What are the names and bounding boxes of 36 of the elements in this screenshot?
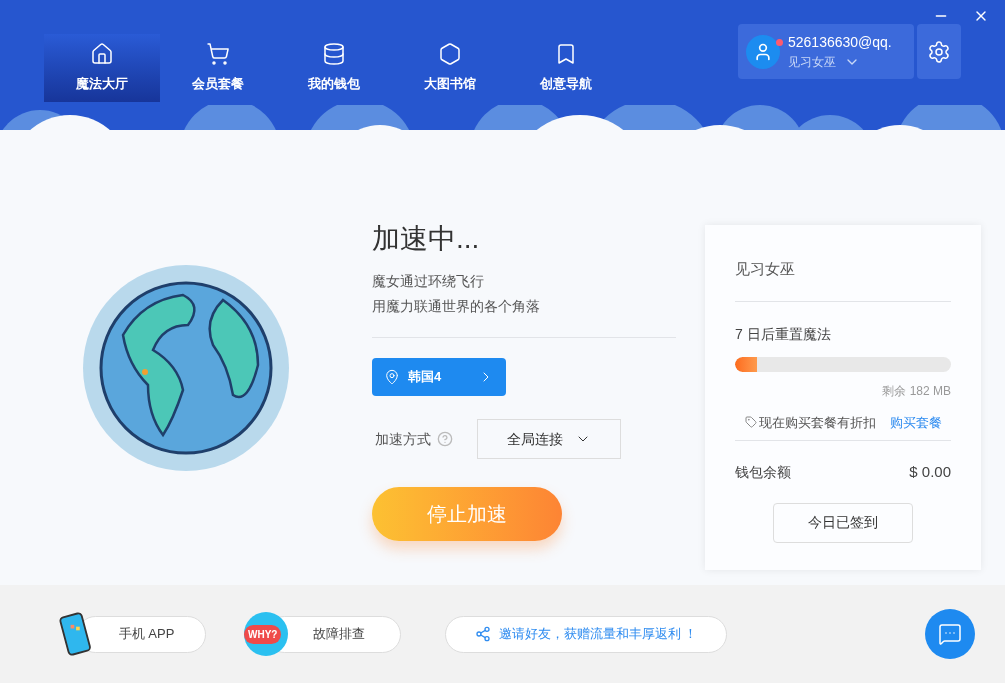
nav-tab[interactable]: 创意导航 (508, 34, 624, 102)
status-description: 用魔力联通世界的各个角落 (372, 297, 541, 316)
wallet-balance: $ 0.00 (909, 462, 951, 482)
house-icon (90, 42, 114, 67)
share-icon (474, 626, 491, 642)
nav-tab[interactable]: 大图书馆 (392, 34, 508, 102)
hexagon-icon (438, 42, 462, 67)
chat-icon (938, 622, 962, 646)
location-pin-icon (384, 369, 400, 385)
tag-icon (745, 416, 757, 429)
card-title: 见习女巫 (735, 258, 951, 302)
nav-tab[interactable]: 魔法大厅 (44, 34, 160, 102)
checkin-button[interactable]: 今日已签到 (773, 502, 913, 543)
settings-icon (927, 39, 951, 64)
server-selector[interactable]: 韩国4 (372, 358, 506, 396)
nav-tab[interactable]: 会员套餐 (160, 34, 276, 102)
user-rank: 见习女巫 (788, 54, 836, 71)
account-name: 526136630@qq. (788, 33, 892, 52)
chat-button[interactable] (925, 609, 975, 659)
nav-tab[interactable]: 我的钱包 (276, 34, 392, 102)
status-title: 加速中... (372, 225, 481, 253)
user-panel[interactable]: 526136630@qq. 见习女巫 (738, 24, 914, 79)
status-description: 魔女通过环绕飞行 (372, 272, 485, 291)
reset-notice: 7 日后重置魔法 (735, 324, 832, 344)
cart-icon (206, 42, 230, 67)
promo-text: 现在购买套餐有折扣 (759, 413, 876, 432)
wallet-label: 钱包余额 (735, 462, 791, 482)
mode-dropdown[interactable]: 全局连接 (477, 419, 621, 459)
remaining-quota: 剩余 182 MB (882, 382, 951, 400)
mode-label: 加速方式 (375, 429, 431, 449)
buy-package-link[interactable]: 购买套餐 (890, 412, 942, 432)
settings-button[interactable] (917, 24, 961, 79)
invite-button[interactable]: 邀请好友，获赠流量和丰厚返利 ！ (445, 615, 727, 653)
database-icon (322, 42, 346, 67)
avatar-icon (746, 34, 780, 69)
why-bubble: WHY? (244, 612, 288, 656)
